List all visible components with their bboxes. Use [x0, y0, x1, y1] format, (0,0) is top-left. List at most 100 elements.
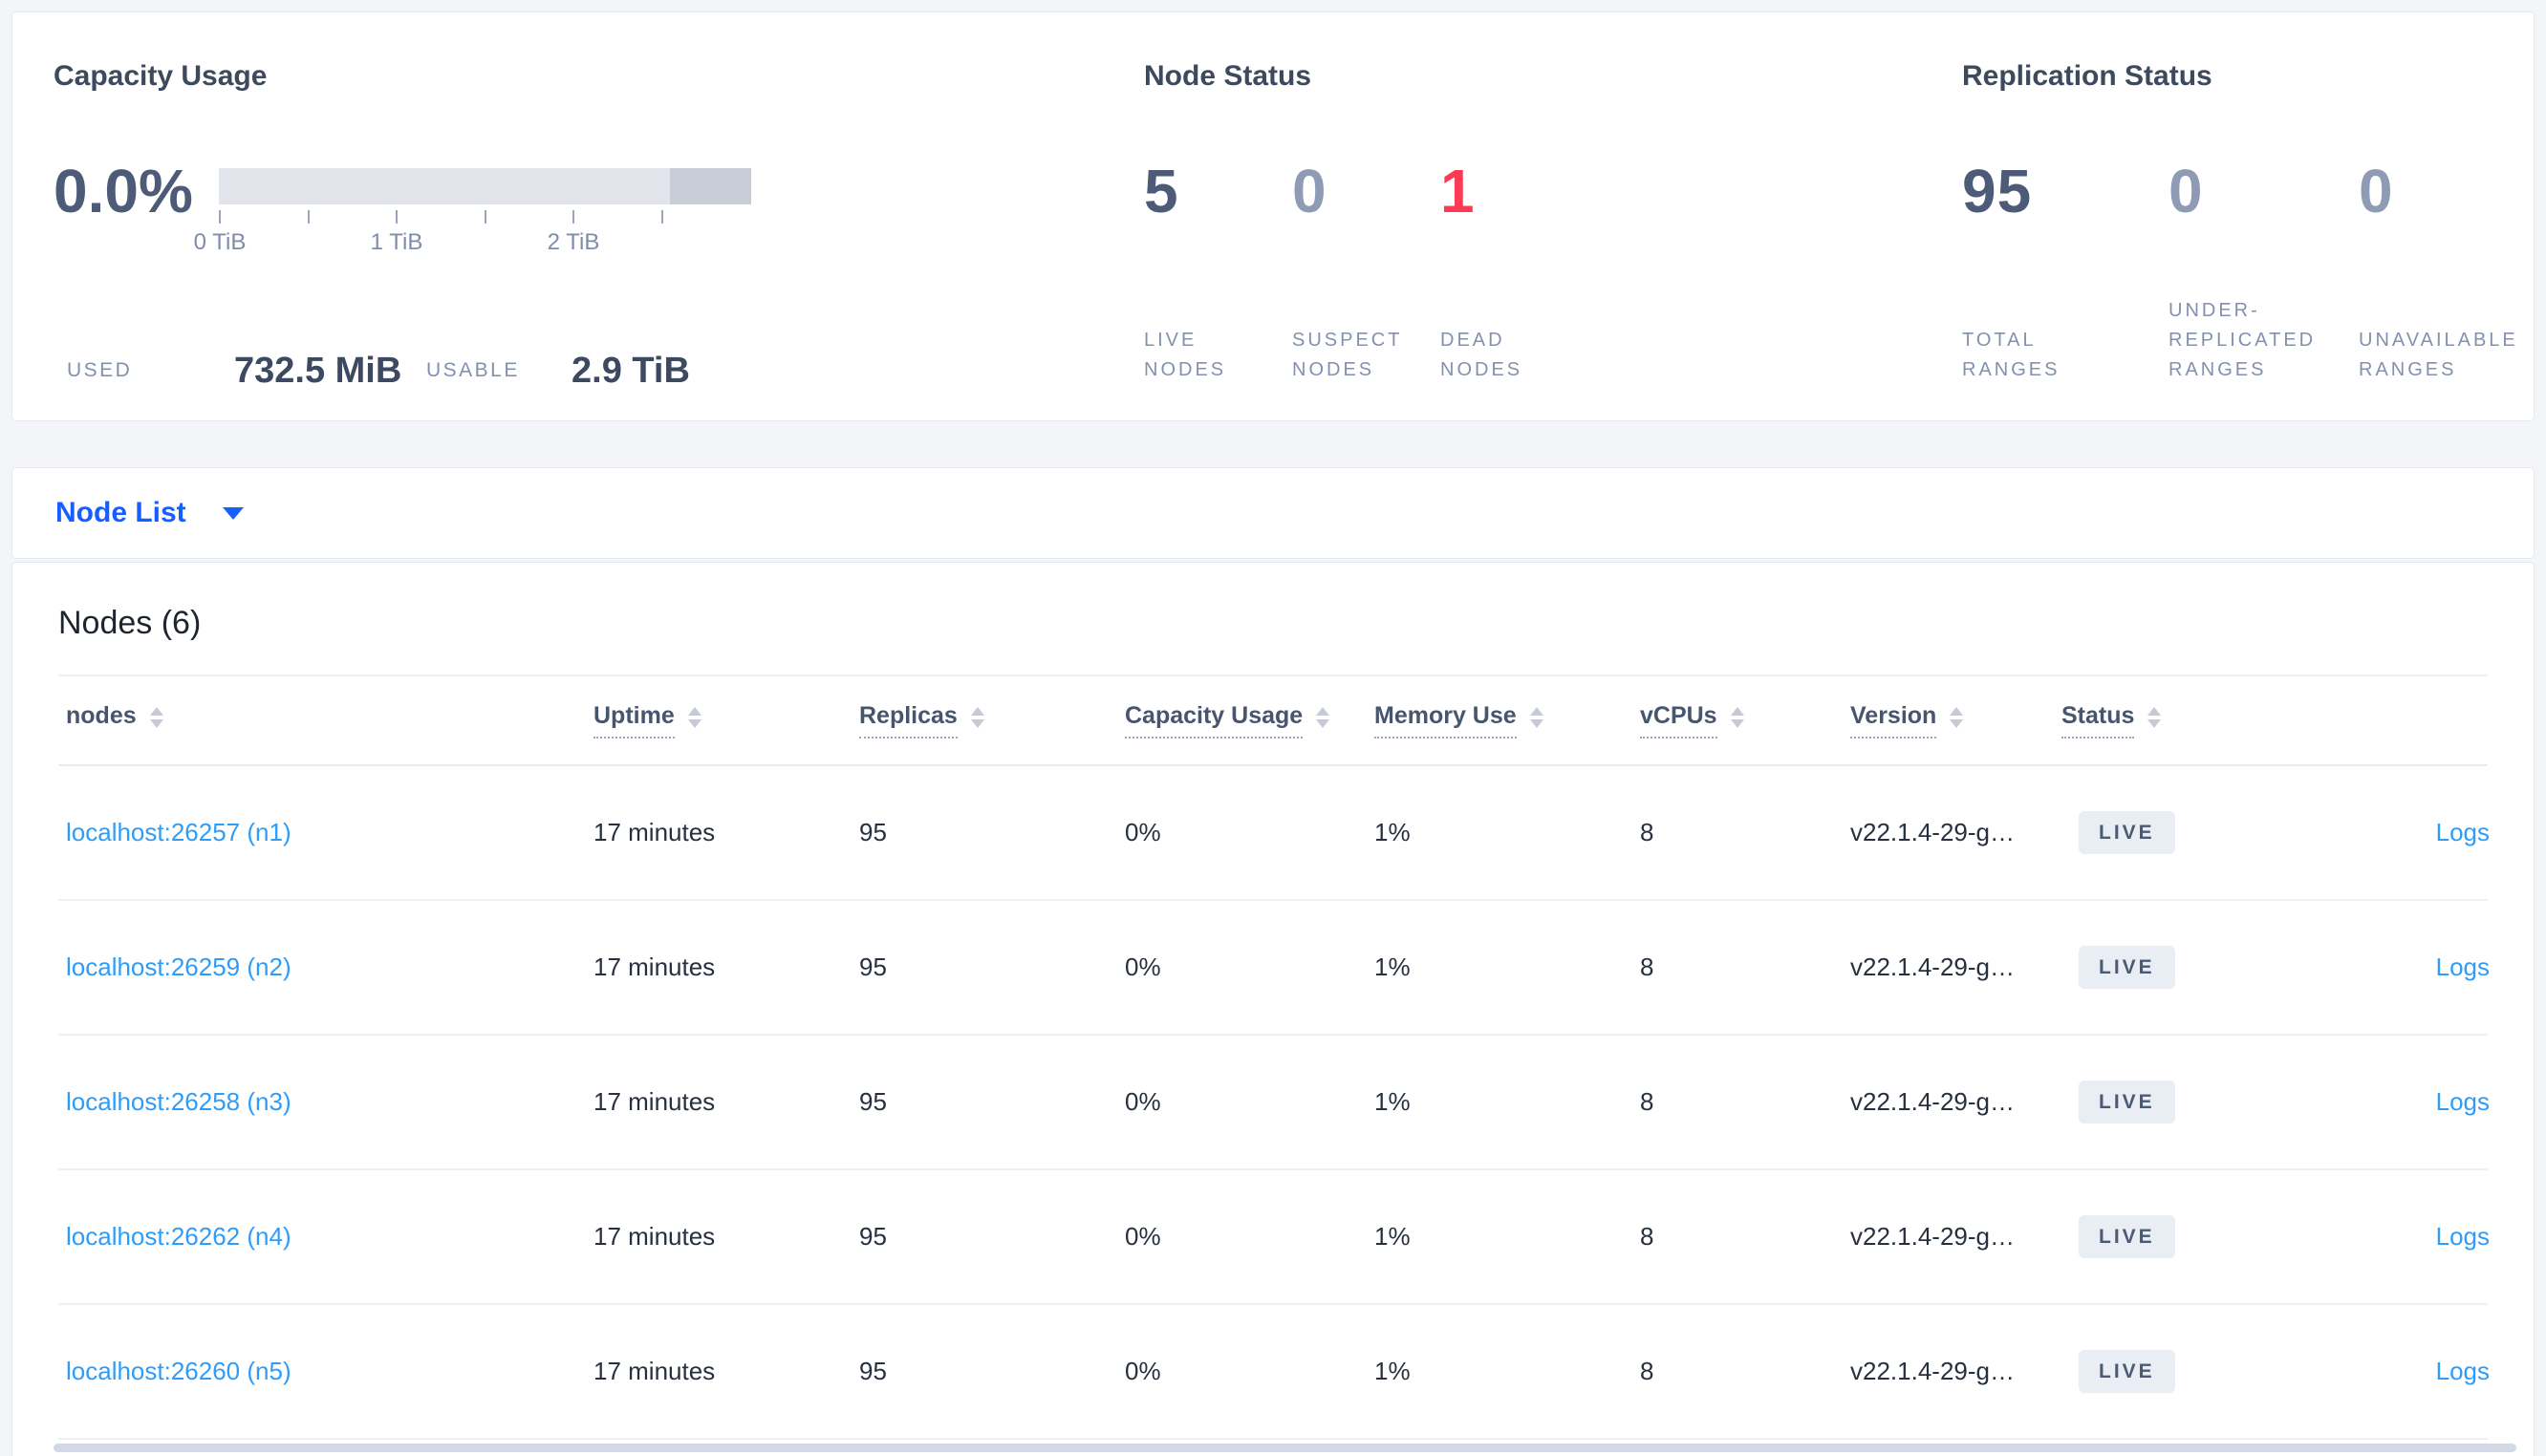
column-header-replicas[interactable]: Replicas — [859, 702, 1125, 739]
column-header-label: Replicas — [859, 702, 958, 739]
column-header-version[interactable]: Version — [1850, 702, 2061, 739]
nodes-table-title: Nodes (6) — [58, 605, 202, 641]
capacity-usage-cell: 0% — [1125, 1357, 1161, 1385]
uptime-cell: 17 minutes — [593, 1087, 716, 1116]
vcpus-cell: 8 — [1640, 1087, 1654, 1116]
table-row: localhost:26259 (n2) 17 minutes 95 0% 1%… — [58, 901, 2490, 1036]
capacity-usage-summary: USED 732.5 MiB USABLE 2.9 TiB — [54, 349, 799, 393]
usable-value: 2.9 TiB — [572, 351, 690, 391]
replicas-cell: 95 — [859, 818, 887, 846]
axis-tick-label: 1 TiB — [370, 229, 423, 255]
horizontal-scrollbar[interactable] — [54, 1444, 2516, 1452]
logs-link[interactable]: Logs — [2436, 1222, 2490, 1251]
replication-status-panel: Replication Status 95 TOTAL RANGES 0 UNDER-… — [1962, 12, 2545, 422]
replicas-cell: 95 — [859, 1087, 887, 1116]
version-cell: v22.1.4-29-g… — [1850, 1222, 2015, 1251]
column-header-label: Version — [1850, 702, 1937, 739]
replicas-cell: 95 — [859, 953, 887, 981]
column-header-label: nodes — [66, 702, 137, 729]
column-header-label: Status — [2061, 702, 2135, 739]
capacity-usage-cell: 0% — [1125, 953, 1161, 981]
column-header-vcpus[interactable]: vCPUs — [1640, 702, 1850, 739]
memory-use-cell: 1% — [1374, 1357, 1411, 1385]
capacity-usage-cell: 0% — [1125, 1222, 1161, 1251]
table-body: localhost:26257 (n1) 17 minutes 95 0% 1%… — [58, 766, 2490, 1440]
summary-stat: 5 LIVE NODES — [1144, 154, 1292, 385]
vcpus-cell: 8 — [1640, 818, 1654, 846]
logs-link[interactable]: Logs — [2436, 818, 2490, 846]
table-row: localhost:26262 (n4) 17 minutes 95 0% 1%… — [58, 1170, 2490, 1305]
node-link[interactable]: localhost:26257 (n1) — [66, 818, 291, 846]
capacity-bar-chart: 0 TiB 1 TiB 2 TiB — [194, 168, 754, 273]
uptime-cell: 17 minutes — [593, 818, 716, 846]
nodes-table-card: Nodes (6) nodes Uptime Replicas Capacity Us… — [11, 562, 2535, 1456]
memory-use-cell: 1% — [1374, 1222, 1411, 1251]
status-badge: LIVE — [2079, 811, 2175, 854]
replicas-cell: 95 — [859, 1357, 887, 1385]
stat-value: 95 — [1962, 157, 2033, 225]
node-link[interactable]: localhost:26258 (n3) — [66, 1087, 291, 1116]
sort-icon[interactable] — [1316, 707, 1330, 728]
sort-icon[interactable] — [2147, 707, 2162, 728]
node-link[interactable]: localhost:26260 (n5) — [66, 1357, 291, 1385]
sort-icon[interactable] — [149, 707, 163, 728]
node-link[interactable]: localhost:26259 (n2) — [66, 953, 291, 981]
status-badge: LIVE — [2079, 1350, 2175, 1393]
table-row: localhost:26258 (n3) 17 minutes 95 0% 1%… — [58, 1036, 2490, 1170]
memory-use-cell: 1% — [1374, 1087, 1411, 1116]
sort-icon[interactable] — [1529, 707, 1543, 728]
table-row: localhost:26257 (n1) 17 minutes 95 0% 1%… — [58, 766, 2490, 901]
node-list-dropdown[interactable]: Node List — [55, 497, 244, 529]
axis-tick — [396, 210, 398, 224]
capacity-usage-title: Capacity Usage — [54, 60, 268, 92]
node-status-panel: Node Status 5 LIVE NODES 0 SUSPECT NODES 1 DE… — [1144, 12, 1928, 422]
capacity-usage-cell: 0% — [1125, 818, 1161, 846]
stat-label: SUSPECT NODES — [1292, 330, 1403, 380]
column-header-memory-use[interactable]: Memory Use — [1374, 702, 1640, 739]
memory-use-cell: 1% — [1374, 818, 1411, 846]
stat-value: 5 — [1144, 157, 1179, 225]
memory-use-cell: 1% — [1374, 953, 1411, 981]
summary-stat: 95 TOTAL RANGES — [1962, 154, 2168, 385]
used-value: 732.5 MiB — [234, 351, 402, 391]
column-header-capacity-usage[interactable]: Capacity Usage — [1125, 702, 1374, 739]
column-header-status[interactable]: Status — [2061, 702, 2298, 739]
version-cell: v22.1.4-29-g… — [1850, 953, 2015, 981]
axis-tick — [572, 210, 574, 224]
node-status-title: Node Status — [1144, 60, 1312, 92]
replication-status-stats: 95 TOTAL RANGES 0 UNDER-REPLICATED RANGES 0 U… — [1962, 154, 2545, 385]
status-badge: LIVE — [2079, 946, 2175, 989]
axis-tick-label: 2 TiB — [547, 229, 600, 255]
version-cell: v22.1.4-29-g… — [1850, 818, 2015, 846]
logs-link[interactable]: Logs — [2436, 1357, 2490, 1385]
vcpus-cell: 8 — [1640, 1222, 1654, 1251]
sort-icon[interactable] — [1950, 707, 1964, 728]
logs-link[interactable]: Logs — [2436, 1087, 2490, 1116]
node-list-dropdown-label: Node List — [55, 497, 186, 528]
node-link[interactable]: localhost:26262 (n4) — [66, 1222, 291, 1251]
summary-stat: 0 SUSPECT NODES — [1292, 154, 1440, 385]
sort-icon[interactable] — [1730, 707, 1744, 728]
stat-label: TOTAL RANGES — [1962, 330, 2061, 380]
used-label: USED — [67, 359, 133, 381]
stat-label: LIVE NODES — [1144, 330, 1227, 380]
column-header-uptime[interactable]: Uptime — [593, 702, 859, 739]
status-badge: LIVE — [2079, 1215, 2175, 1258]
vcpus-cell: 8 — [1640, 1357, 1654, 1385]
column-header-nodes[interactable]: nodes — [58, 702, 593, 739]
stat-label: UNAVAILABLE RANGES — [2359, 330, 2518, 380]
column-header-label: Capacity Usage — [1125, 702, 1304, 739]
version-cell: v22.1.4-29-g… — [1850, 1357, 2015, 1385]
sort-icon[interactable] — [687, 707, 701, 728]
replication-status-title: Replication Status — [1962, 60, 2212, 92]
uptime-cell: 17 minutes — [593, 1222, 716, 1251]
axis-tick — [307, 210, 310, 224]
axis-tick — [219, 210, 221, 224]
logs-link[interactable]: Logs — [2436, 953, 2490, 981]
chevron-down-icon — [222, 506, 244, 520]
node-status-stats: 5 LIVE NODES 0 SUSPECT NODES 1 DEAD NODES — [1144, 154, 1588, 385]
status-badge: LIVE — [2079, 1081, 2175, 1124]
sort-icon[interactable] — [970, 707, 984, 728]
column-header-label: vCPUs — [1640, 702, 1717, 739]
column-header-label: Memory Use — [1374, 702, 1517, 739]
